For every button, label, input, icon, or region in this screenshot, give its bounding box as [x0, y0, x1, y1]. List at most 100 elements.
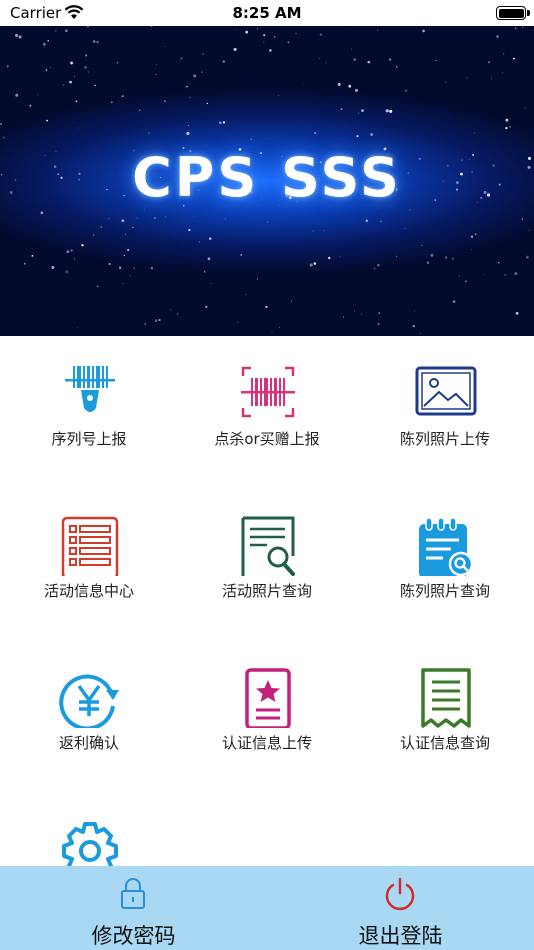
star — [420, 332, 421, 334]
star — [385, 109, 389, 113]
star — [148, 132, 150, 134]
star — [450, 112, 452, 113]
star — [65, 270, 69, 274]
star — [312, 229, 315, 232]
star — [528, 229, 530, 231]
star — [188, 228, 191, 232]
menu-item-label: 认证信息上传 — [221, 734, 312, 752]
star — [222, 121, 226, 124]
star — [222, 60, 225, 63]
star — [124, 233, 127, 235]
star — [343, 316, 345, 318]
star — [155, 73, 157, 75]
star — [501, 72, 504, 74]
menu-item-rebate-confirm[interactable]: 返利确认 — [0, 640, 178, 790]
menu-item-label: 点杀or买赠上报 — [214, 430, 320, 448]
star — [18, 35, 22, 39]
logout-button[interactable]: 退出登陆 — [267, 866, 534, 950]
star — [70, 61, 73, 65]
menu-item-display-photo-query[interactable]: 陈列照片查询 — [356, 488, 534, 638]
star — [367, 60, 371, 64]
menu-item-activity-info-center[interactable]: 活动信息中心 — [0, 488, 178, 638]
star — [465, 280, 467, 283]
star — [155, 63, 157, 65]
star — [328, 256, 331, 260]
star — [356, 135, 359, 138]
star — [287, 41, 290, 44]
star — [245, 293, 247, 295]
menu-item-display-photo-upload[interactable]: 陈列照片上传 — [356, 336, 534, 486]
star — [51, 266, 55, 269]
star — [377, 264, 380, 267]
star — [487, 61, 491, 64]
menu-item-certification-query[interactable]: 认证信息查询 — [356, 640, 534, 790]
star — [354, 310, 356, 312]
star — [193, 74, 197, 78]
star — [515, 311, 519, 315]
star — [267, 221, 269, 223]
star — [47, 39, 50, 42]
star — [189, 96, 191, 99]
star — [409, 209, 411, 211]
star — [532, 30, 534, 31]
star — [309, 263, 313, 267]
list-document-icon — [61, 516, 119, 576]
image-icon — [415, 366, 477, 416]
lock-icon — [121, 878, 145, 909]
star — [133, 267, 135, 269]
star — [62, 84, 65, 86]
star — [351, 48, 353, 50]
star — [263, 41, 265, 43]
star — [319, 33, 322, 36]
star — [205, 305, 208, 309]
menu-item-promo-report[interactable]: 点杀or买赠上报 — [178, 336, 356, 486]
star — [97, 285, 99, 287]
menu-item-certification-upload[interactable]: 认证信息上传 — [178, 640, 356, 790]
change-password-button[interactable]: 修改密码 — [0, 866, 267, 950]
star — [207, 257, 211, 261]
star — [46, 119, 48, 122]
star — [181, 241, 183, 243]
receipt-icon — [421, 668, 471, 728]
menu-item-label: 陈列照片上传 — [399, 430, 490, 448]
star — [73, 76, 75, 78]
menu-item-serial-report[interactable]: 序列号上报 — [0, 336, 178, 486]
star — [65, 29, 68, 33]
star — [470, 249, 472, 251]
star — [150, 267, 154, 270]
star — [121, 219, 125, 223]
star — [491, 77, 493, 79]
star — [176, 313, 179, 315]
star — [473, 132, 476, 134]
star — [354, 88, 359, 92]
star — [435, 59, 437, 62]
star — [405, 89, 407, 92]
star — [15, 93, 19, 97]
menu-item-activity-photo-query[interactable]: 活动照片查询 — [178, 488, 356, 638]
star — [122, 282, 124, 285]
star — [198, 241, 201, 243]
battery-tip — [527, 10, 530, 16]
banner-title: CPS SSS — [132, 146, 402, 209]
star — [29, 104, 32, 107]
star — [513, 57, 515, 60]
barcode-scanner-icon — [65, 366, 115, 412]
menu-item-label: 活动信息中心 — [43, 582, 134, 600]
star-certificate-icon — [245, 668, 291, 728]
star — [273, 36, 276, 38]
star — [525, 255, 529, 259]
star — [240, 254, 242, 256]
star — [374, 268, 376, 270]
menu-item-label: 认证信息查询 — [399, 734, 490, 752]
star — [31, 255, 34, 257]
star — [88, 71, 90, 73]
star — [303, 83, 305, 84]
star — [265, 305, 268, 309]
star — [218, 121, 222, 125]
star — [75, 100, 78, 103]
star — [360, 313, 363, 315]
menu-grid: 序列号上报 点杀or买赠上报 陈列照片上传 活动信息中心 活动照片查询 陈列照片… — [0, 336, 534, 866]
menu-item-settings[interactable] — [0, 792, 178, 866]
star — [186, 131, 190, 136]
star — [380, 220, 382, 222]
